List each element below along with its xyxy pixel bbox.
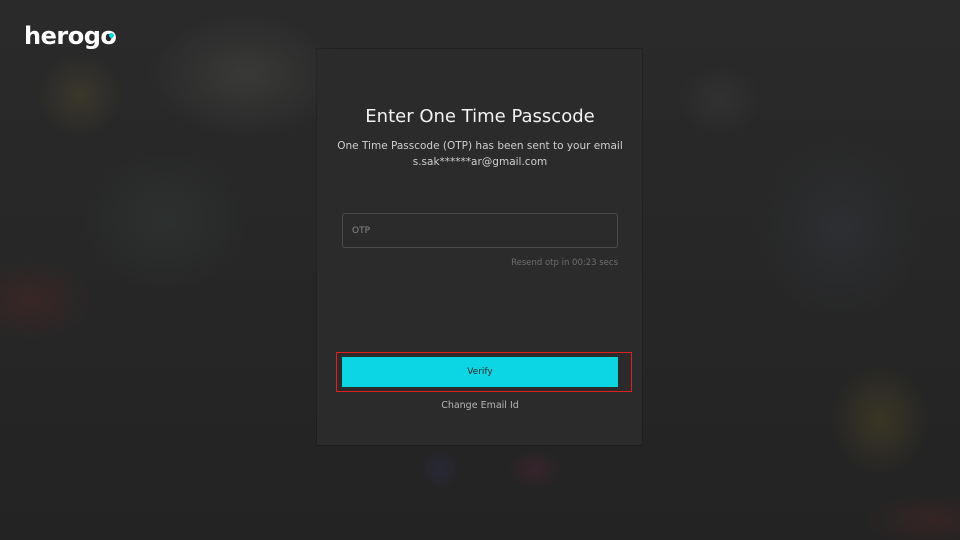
- masked-email: s.sak******ar@gmail.com: [412, 156, 548, 168]
- logo-accent-text: o: [100, 22, 117, 50]
- otp-input[interactable]: [342, 213, 618, 248]
- logo-text: herog: [24, 22, 101, 50]
- resend-otp-timer: Resend otp in 00:23 secs: [511, 258, 618, 268]
- logo-accent-letter: o: [100, 22, 117, 50]
- change-email-link[interactable]: Change Email Id: [342, 399, 618, 413]
- verify-button[interactable]: Verify: [342, 357, 618, 387]
- otp-page: herog o Enter One Time Passcode One Time …: [0, 0, 960, 540]
- subtitle-message: One Time Passcode (OTP) has been sent to…: [337, 140, 623, 152]
- dialog-subtitle: One Time Passcode (OTP) has been sent to…: [0, 138, 960, 170]
- dialog-title: Enter One Time Passcode: [365, 106, 595, 127]
- herogo-logo[interactable]: herog o: [24, 20, 117, 52]
